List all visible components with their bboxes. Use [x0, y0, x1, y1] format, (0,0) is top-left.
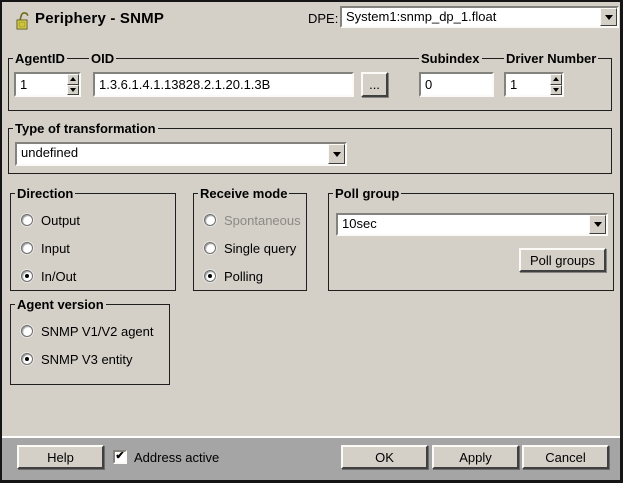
poll-groups-button[interactable]: Poll groups: [519, 248, 606, 272]
radio-button-selected-icon[interactable]: [21, 353, 33, 365]
periphery-snmp-dialog: Periphery - SNMP DPE: System1:snmp_dp_1.…: [0, 0, 623, 483]
poll-group-group: Poll group 10sec Poll groups: [328, 193, 614, 291]
receive-mode-legend: Receive mode: [198, 186, 289, 201]
radio-label: SNMP V3 entity: [41, 352, 133, 367]
arrow-up-icon: [553, 77, 559, 81]
radio-option-snmp-v1v2[interactable]: SNMP V1/V2 agent: [21, 324, 169, 338]
radio-button-selected-icon[interactable]: [204, 270, 216, 282]
direction-legend: Direction: [15, 186, 75, 201]
radio-option-input[interactable]: Input: [21, 241, 175, 255]
subindex-legend: Subindex: [419, 51, 482, 66]
radio-label: In/Out: [41, 269, 76, 284]
arrow-down-icon: [70, 88, 76, 92]
radio-option-snmp-v3[interactable]: SNMP V3 entity: [21, 352, 169, 366]
dpe-dropdown-button[interactable]: [600, 8, 617, 26]
subindex-input[interactable]: [421, 74, 492, 95]
transformation-value: undefined: [17, 144, 328, 164]
address-group: AgentID OID Subindex Driver Number ...: [8, 58, 612, 111]
chevron-down-icon: [594, 222, 602, 227]
radio-button-icon[interactable]: [204, 242, 216, 254]
arrow-up-icon: [70, 77, 76, 81]
radio-option-single-query[interactable]: Single query: [204, 241, 306, 255]
poll-group-combobox[interactable]: 10sec: [336, 213, 608, 236]
dialog-title: Periphery - SNMP: [35, 10, 164, 27]
address-active-label: Address active: [134, 450, 219, 465]
agent-id-input[interactable]: [16, 74, 67, 95]
oid-field: [93, 72, 354, 97]
apply-button[interactable]: Apply: [432, 445, 519, 469]
arrow-down-icon: [553, 88, 559, 92]
radio-button-disabled-icon: [204, 214, 216, 226]
driver-spin-up-button[interactable]: [550, 74, 562, 85]
radio-option-spontaneous: Spontaneous: [204, 213, 306, 227]
checkmark-icon: ✔: [115, 450, 124, 462]
chevron-down-icon: [605, 15, 613, 20]
footer-bar: Help ✔ Address active OK Apply Cancel: [2, 436, 620, 480]
agent-id-spinner[interactable]: [14, 72, 81, 97]
transformation-dropdown-button[interactable]: [328, 144, 345, 164]
agent-id-spin-down-button[interactable]: [67, 85, 79, 96]
radio-label: Spontaneous: [224, 213, 301, 228]
chevron-down-icon: [333, 152, 341, 157]
transformation-legend: Type of transformation: [13, 121, 158, 136]
cancel-button[interactable]: Cancel: [522, 445, 609, 469]
radio-button-icon[interactable]: [21, 325, 33, 337]
radio-option-output[interactable]: Output: [21, 213, 175, 227]
radio-label: Polling: [224, 269, 263, 284]
radio-option-inout[interactable]: In/Out: [21, 269, 175, 283]
transformation-group: Type of transformation undefined: [8, 128, 612, 174]
dpe-value: System1:snmp_dp_1.float: [342, 8, 600, 26]
radio-button-icon[interactable]: [21, 214, 33, 226]
radio-label: SNMP V1/V2 agent: [41, 324, 154, 339]
driver-number-legend: Driver Number: [504, 51, 598, 66]
oid-input[interactable]: [95, 74, 352, 95]
agent-version-legend: Agent version: [15, 297, 106, 312]
poll-group-dropdown-button[interactable]: [589, 215, 606, 234]
driver-spin-down-button[interactable]: [550, 85, 562, 96]
poll-group-legend: Poll group: [333, 186, 401, 201]
receive-mode-group: Receive mode Spontaneous Single query Po…: [193, 193, 307, 291]
agent-id-legend: AgentID: [13, 51, 67, 66]
oid-legend: OID: [89, 51, 116, 66]
driver-number-spinner[interactable]: [504, 72, 564, 97]
agent-id-spin-up-button[interactable]: [67, 74, 79, 85]
ok-button[interactable]: OK: [341, 445, 428, 469]
help-button[interactable]: Help: [17, 445, 104, 469]
direction-group: Direction Output Input In/Out: [10, 193, 176, 291]
dpe-combobox[interactable]: System1:snmp_dp_1.float: [340, 6, 619, 28]
radio-button-icon[interactable]: [21, 242, 33, 254]
agent-version-group: Agent version SNMP V1/V2 agent SNMP V3 e…: [10, 304, 170, 385]
radio-label: Output: [41, 213, 80, 228]
oid-browse-button[interactable]: ...: [361, 72, 388, 97]
subindex-field: [419, 72, 494, 97]
dpe-label: DPE:: [308, 11, 338, 26]
radio-label: Input: [41, 241, 70, 256]
transformation-combobox[interactable]: undefined: [15, 142, 347, 166]
radio-option-polling[interactable]: Polling: [204, 269, 306, 283]
address-active-checkbox[interactable]: ✔: [113, 450, 127, 464]
lock-open-icon: [15, 9, 31, 31]
poll-group-value: 10sec: [338, 215, 589, 234]
radio-button-selected-icon[interactable]: [21, 270, 33, 282]
driver-number-input[interactable]: [506, 74, 550, 95]
radio-label: Single query: [224, 241, 296, 256]
